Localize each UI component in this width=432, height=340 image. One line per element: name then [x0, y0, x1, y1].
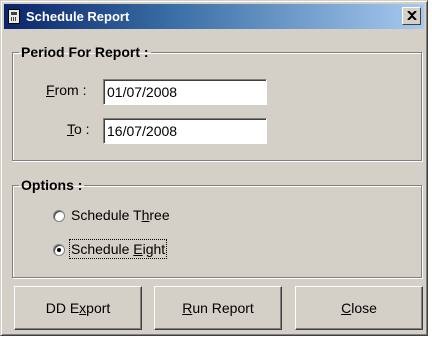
schedule-report-dialog: Schedule Report Period For Report : From…: [0, 0, 428, 336]
run-report-button[interactable]: Run Report: [154, 286, 282, 330]
window-title: Schedule Report: [26, 9, 130, 24]
from-label: From :: [46, 82, 87, 98]
options-group: Options :: [12, 177, 422, 278]
dd-export-button[interactable]: DD Export: [14, 286, 142, 330]
from-date-field[interactable]: 01/07/2008: [103, 79, 267, 105]
period-legend: Period For Report :: [21, 44, 149, 60]
close-button[interactable]: Close: [295, 286, 423, 330]
report-icon: [8, 9, 20, 24]
radio-button[interactable]: [53, 210, 65, 222]
to-date-field[interactable]: 16/07/2008: [103, 118, 267, 144]
title-bar[interactable]: Schedule Report: [4, 4, 424, 29]
radio-label: Schedule Eight: [68, 239, 168, 259]
radio-button-checked[interactable]: [53, 244, 65, 256]
options-legend: Options :: [21, 177, 83, 193]
radio-label: Schedule Three: [71, 207, 170, 223]
close-icon[interactable]: [402, 7, 421, 25]
to-label: To :: [67, 121, 90, 137]
